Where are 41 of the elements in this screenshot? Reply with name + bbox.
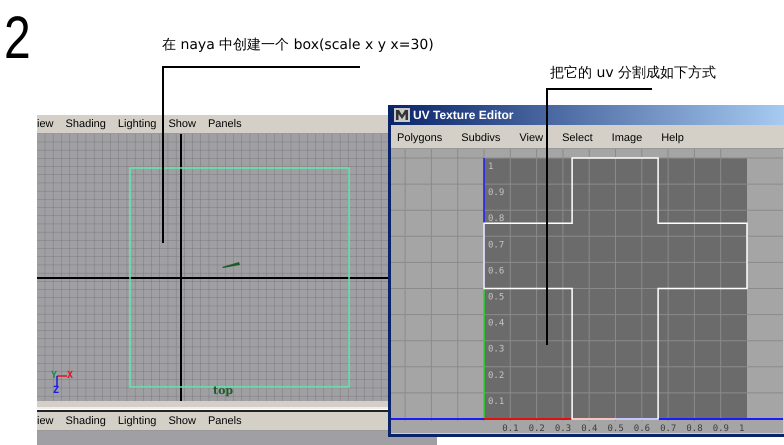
menu-item[interactable]: Subdivs	[461, 132, 500, 144]
menu-item[interactable]: iew	[37, 415, 54, 427]
u-axis-label: 0.8	[686, 424, 703, 433]
menu-item[interactable]: Shading	[66, 415, 106, 427]
u-axis-label: 0.3	[554, 424, 572, 433]
v-axis-label: 0.8	[488, 214, 504, 224]
u-axis-label: 0.1	[502, 424, 519, 433]
v-axis-label: 0.4	[488, 318, 504, 329]
menu-item[interactable]: Image	[612, 132, 642, 144]
u-axis-label: 0.6	[634, 424, 650, 433]
menu-item[interactable]: Panels	[208, 415, 242, 427]
v-axis-label: 0.9	[488, 188, 504, 198]
v-axis-label: 0.1	[488, 396, 504, 407]
u-axis-label: 1	[739, 424, 744, 433]
menu-item[interactable]: Lighting	[118, 415, 156, 427]
menu-item[interactable]: Polygons	[397, 132, 442, 144]
menu-item[interactable]: Show	[168, 415, 196, 427]
camera-label: top	[213, 384, 234, 397]
u-axis-label: 0.7	[660, 424, 676, 433]
v-axis-label: 0.2	[488, 370, 504, 381]
u-axis-label: 0.2	[528, 424, 545, 433]
menu-item[interactable]: Lighting	[118, 118, 156, 130]
v-axis-label: 0.5	[488, 292, 504, 302]
menu-item[interactable]: Show	[168, 118, 196, 130]
window-title: UV Texture Editor	[413, 108, 514, 122]
annotation-text: 在 naya 中创建一个 box(scale x y x=30)	[162, 36, 434, 54]
v-axis-label: 0.7	[488, 240, 504, 250]
menu-item[interactable]: iew	[37, 118, 54, 130]
menu-item[interactable]: Shading	[66, 118, 106, 130]
menu-item[interactable]: View	[519, 132, 544, 144]
annotation-text: 把它的 uv 分割成如下方式	[550, 64, 716, 82]
v-axis-label: 0.6	[488, 266, 504, 276]
u-axis-label: 0.9	[712, 424, 729, 433]
v-axis-label: 1	[488, 162, 494, 172]
menu-item[interactable]: Panels	[208, 118, 242, 130]
u-axis-label: 0.5	[608, 424, 624, 433]
menu-item[interactable]: Help	[661, 132, 684, 144]
v-axis-label: 0.3	[488, 344, 504, 355]
menu-item[interactable]: Select	[562, 132, 593, 144]
u-axis-label: 0.4	[581, 424, 598, 433]
step-number: 2	[4, 8, 31, 68]
